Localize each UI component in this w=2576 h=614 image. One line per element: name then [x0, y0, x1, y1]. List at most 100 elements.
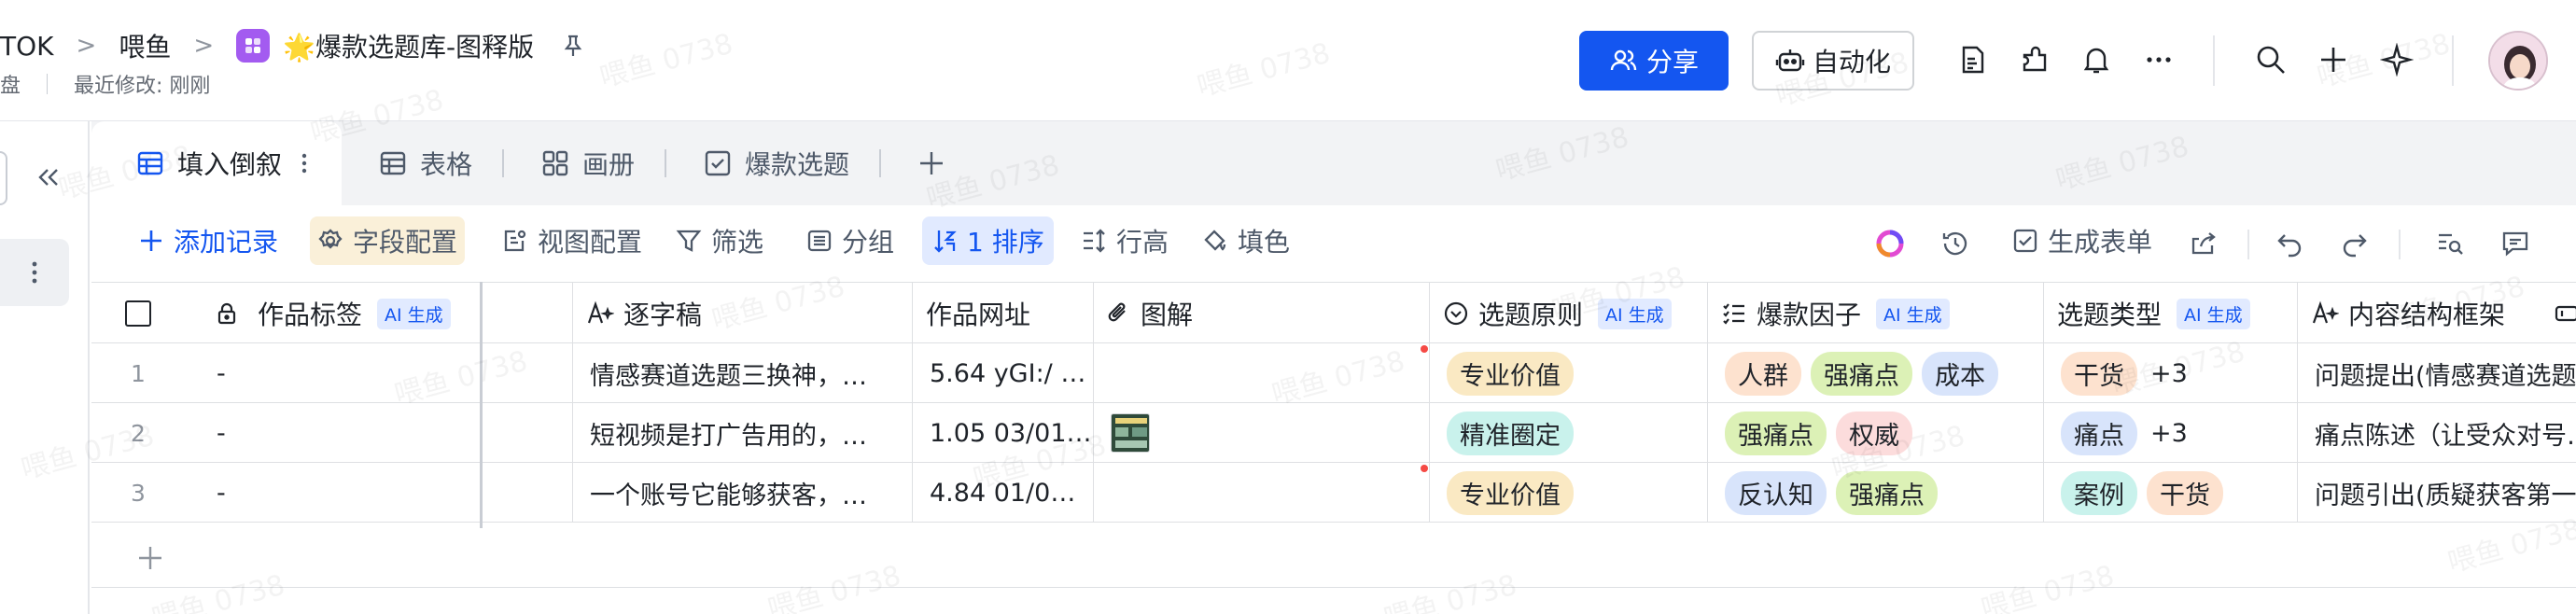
select-all-checkbox[interactable] — [91, 283, 185, 344]
cell-factor[interactable]: 人群 强痛点 成本 — [1708, 343, 2044, 403]
breadcrumb-item-folder[interactable]: 喂鱼 — [119, 27, 171, 64]
filter-button[interactable]: 筛选 — [668, 216, 771, 265]
search-icon[interactable] — [2252, 41, 2289, 78]
breadcrumb-item-workspace[interactable]: TOK — [0, 31, 54, 62]
cell-type[interactable]: 痛点 +3 — [2044, 403, 2298, 463]
fill-color-label: 填色 — [1238, 227, 1291, 258]
breadcrumb: TOK > 喂鱼 > 🌟爆款选题库-图释版 — [0, 24, 586, 67]
field-config-button[interactable]: 字段配置 — [310, 216, 466, 265]
image-thumbnail[interactable] — [1111, 413, 1150, 453]
ai-badge: AI 生成 — [2177, 298, 2250, 329]
pin-icon[interactable] — [560, 33, 586, 59]
tab-viral-topics[interactable]: 爆款选题 — [704, 121, 849, 205]
ai-assistant-icon[interactable] — [1874, 228, 1906, 259]
cell-image[interactable] — [1094, 403, 1430, 463]
collapse-icon[interactable] — [35, 164, 62, 190]
cell-transcript[interactable]: 情感赛道选题三换神，… — [573, 343, 913, 403]
column-header-transcript[interactable]: 逐字稿 — [573, 283, 913, 344]
sidebar-item-active[interactable] — [0, 239, 69, 306]
table-row[interactable]: 1- 情感赛道选题三换神，… 5.64 yGI:/ … 专业价值 人群 强痛点 成本 干货 +3… — [91, 343, 2576, 403]
share-export-icon[interactable] — [2188, 228, 2219, 259]
share-button[interactable]: 分享 — [1579, 31, 1729, 91]
plugin-icon[interactable] — [2016, 41, 2053, 78]
structure-value: 问题引出(质疑获客第一… — [2315, 481, 2576, 510]
cell-type[interactable]: 案例 干货 — [2044, 463, 2298, 523]
row-height-icon — [1081, 228, 1107, 254]
fill-color-button[interactable]: 填色 — [1195, 216, 1297, 265]
add-record-button[interactable]: 添加记录 — [131, 216, 286, 265]
document-title[interactable]: 🌟爆款选题库-图释版 — [283, 27, 534, 64]
column-header-url[interactable]: 作品网址 — [913, 283, 1094, 344]
cell-url[interactable]: 1.05 03/01… — [913, 403, 1094, 463]
view-config-button[interactable]: 视图配置 — [495, 216, 650, 265]
cell-url[interactable]: 5.64 yGI:/ … — [913, 343, 1094, 403]
sort-button[interactable]: 1 排序 — [922, 216, 1054, 265]
column-header-image[interactable]: 图解 — [1094, 283, 1430, 344]
row-height-button[interactable]: 行高 — [1073, 216, 1176, 265]
more-vertical-icon[interactable] — [301, 152, 308, 174]
column-header-principle[interactable]: 选题原则 AI 生成 — [1430, 283, 1708, 344]
last-modified-label: 最近修改: 刚刚 — [74, 75, 211, 98]
document-stack-icon[interactable] — [1953, 41, 1991, 78]
column-header-factor[interactable]: 爆款因子 AI 生成 — [1708, 283, 2044, 344]
tab-fill-reverse[interactable]: 填入倒叙 — [91, 121, 342, 205]
frozen-column-divider[interactable] — [480, 282, 483, 528]
cell-url[interactable]: 4.84 01/0… — [913, 463, 1094, 523]
group-button[interactable]: 分组 — [799, 216, 902, 265]
cell-structure[interactable]: 问题引出(质疑获客第一… — [2298, 463, 2576, 523]
comment-icon[interactable] — [2499, 228, 2531, 259]
factor-tag: 成本 — [1922, 351, 1998, 396]
plus-icon[interactable] — [2315, 41, 2352, 78]
type-tag: 痛点 — [2061, 411, 2137, 455]
history-icon[interactable] — [1939, 228, 1971, 259]
cell-num[interactable]: 2 — [91, 403, 185, 463]
attachment-icon — [1107, 300, 1131, 327]
redo-icon[interactable] — [2339, 228, 2371, 259]
undo-icon[interactable] — [2274, 228, 2305, 259]
bell-icon[interactable] — [2078, 41, 2115, 78]
cell-image[interactable] — [1094, 343, 1430, 403]
add-row-button[interactable] — [91, 528, 2576, 588]
structure-value: 问题提出(情感赛道选题… — [2315, 361, 2576, 391]
table-row[interactable]: 3- 一个账号它能够获客，… 4.84 01/0… 专业价值 反认知 强痛点 案例 干货 问题引… — [91, 463, 2576, 523]
cell-principle[interactable]: 精准圈定 — [1430, 403, 1708, 463]
table-row[interactable]: 2- 短视频是打广告用的，… 1.05 03/01… 精准圈定 强痛点 权威 痛点 +3 痛点陈… — [91, 403, 2576, 463]
users-icon — [1609, 47, 1637, 75]
cell-principle[interactable]: 专业价值 — [1430, 463, 1708, 523]
view-toolbar: 添加记录 字段配置 视图配置 筛选 分组 1 排序 行高 填色 生成表单 — [91, 205, 2576, 280]
cell-structure[interactable]: 问题提出(情感赛道选题… — [2298, 343, 2576, 403]
add-view-button[interactable] — [917, 121, 946, 205]
column-label: 作品标签 — [258, 300, 363, 330]
cell-transcript[interactable]: 一个账号它能够获客，… — [573, 463, 913, 523]
form-check-icon — [704, 149, 732, 177]
sidebar-handle[interactable] — [0, 151, 7, 205]
cell-tags[interactable]: - — [185, 343, 573, 403]
avatar[interactable] — [2488, 31, 2548, 91]
cell-num[interactable]: 1 — [91, 343, 185, 403]
cell-factor[interactable]: 反认知 强痛点 — [1708, 463, 2044, 523]
column-header-type[interactable]: 选题类型 AI 生成 — [2044, 283, 2298, 344]
cell-structure[interactable]: 痛点陈述（让受众对号… — [2298, 403, 2576, 463]
column-header-structure[interactable]: 内容结构框架 — [2298, 283, 2576, 344]
cell-tags[interactable]: - — [185, 463, 573, 523]
cell-type[interactable]: 干货 +3 — [2044, 343, 2298, 403]
lock-icon — [215, 301, 239, 326]
find-in-view-icon[interactable] — [2434, 228, 2466, 259]
tab-table[interactable]: 表格 — [379, 121, 472, 205]
cell-tags[interactable]: - — [185, 403, 573, 463]
multi-select-icon — [1721, 300, 1747, 327]
cell-transcript[interactable]: 短视频是打广告用的，… — [573, 403, 913, 463]
more-vertical-icon — [32, 261, 37, 284]
generate-form-button[interactable]: 生成表单 — [2005, 216, 2160, 265]
column-header-tags[interactable]: 作品标签 AI 生成 — [185, 283, 573, 344]
more-icon[interactable] — [2140, 41, 2177, 78]
cell-factor[interactable]: 强痛点 权威 — [1708, 403, 2044, 463]
cell-num[interactable]: 3 — [91, 463, 185, 523]
cell-principle[interactable]: 专业价值 — [1430, 343, 1708, 403]
sparkle-icon[interactable] — [2378, 41, 2415, 78]
cell-image[interactable] — [1094, 463, 1430, 523]
tab-gallery[interactable]: 画册 — [541, 121, 635, 205]
column-header-overflow[interactable] — [2541, 283, 2576, 344]
automation-button[interactable]: 自动化 — [1752, 31, 1914, 91]
view-config-icon — [502, 228, 528, 254]
